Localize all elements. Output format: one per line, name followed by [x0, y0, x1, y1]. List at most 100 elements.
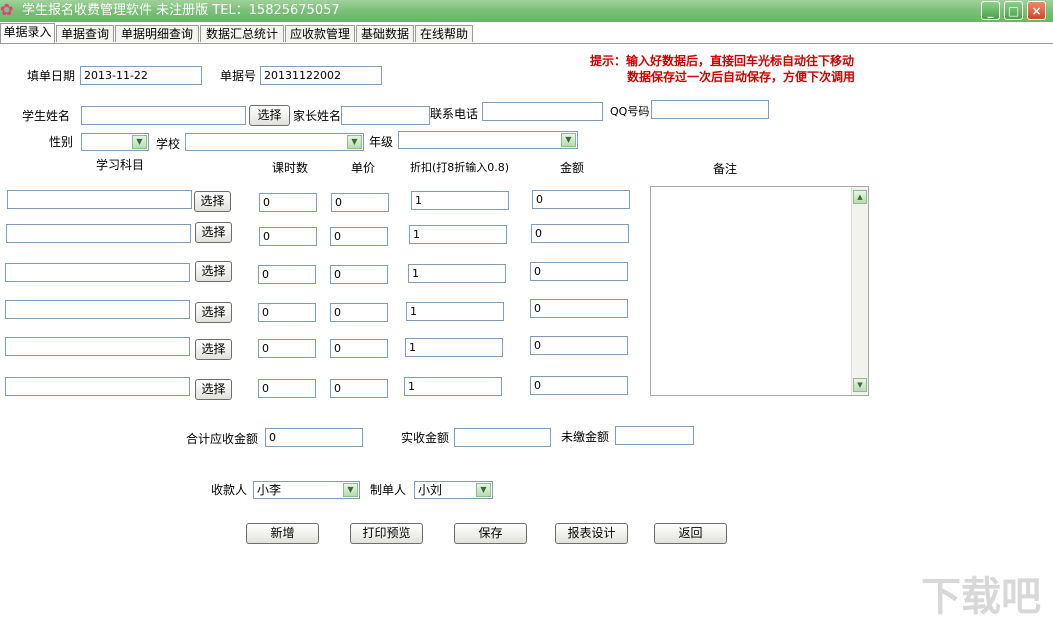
amount-input[interactable]: 0	[530, 262, 628, 281]
hours-input[interactable]: 0	[258, 379, 316, 398]
receivable-total-input[interactable]: 0	[265, 428, 363, 447]
discount-input[interactable]: 1	[411, 191, 509, 210]
select-subject-button[interactable]: 选择	[195, 302, 232, 323]
gender-label: 性别	[49, 135, 74, 149]
date-label: 填单日期	[27, 69, 76, 83]
receivable-total-label: 合计应收金额	[186, 432, 259, 446]
tab-detail-query[interactable]: 单据明细查询	[115, 25, 199, 42]
tab-receivables[interactable]: 应收款管理	[285, 25, 355, 42]
collector-select[interactable]: 小李 ▼	[253, 481, 360, 499]
select-subject-button[interactable]: 选择	[194, 191, 231, 212]
amount-input[interactable]: 0	[530, 336, 628, 355]
tab-entry[interactable]: 单据录入	[0, 23, 55, 43]
subject-input[interactable]	[5, 300, 190, 319]
hours-input[interactable]: 0	[259, 193, 317, 212]
unpaid-amount-input[interactable]	[615, 426, 694, 445]
phone-input[interactable]	[482, 102, 603, 121]
select-subject-button[interactable]: 选择	[195, 379, 232, 400]
chevron-down-icon[interactable]: ▼	[343, 483, 358, 497]
minimize-button[interactable]: _	[981, 1, 1000, 20]
amount-input[interactable]: 0	[532, 190, 630, 209]
unpaid-amount-label: 未缴金额	[561, 430, 610, 444]
add-button[interactable]: 新增	[246, 523, 319, 544]
tab-basic-data[interactable]: 基础数据	[356, 25, 414, 42]
student-name-input[interactable]	[81, 106, 246, 125]
maker-label: 制单人	[370, 483, 407, 497]
chevron-down-icon[interactable]: ▼	[347, 135, 362, 149]
doc-no-label: 单据号	[220, 69, 257, 83]
discount-input[interactable]: 1	[406, 302, 504, 321]
chevron-down-icon[interactable]: ▼	[132, 135, 147, 149]
hours-input[interactable]: 0	[259, 227, 317, 246]
qq-label: QQ号码	[610, 105, 650, 118]
amount-input[interactable]: 0	[530, 376, 628, 395]
amount-input[interactable]: 0	[530, 299, 628, 318]
phone-label: 联系电话	[430, 107, 479, 121]
select-student-button[interactable]: 选择	[249, 105, 290, 126]
save-button[interactable]: 保存	[454, 523, 527, 544]
parent-name-input[interactable]	[341, 106, 430, 125]
subject-input[interactable]	[5, 263, 190, 282]
report-design-button[interactable]: 报表设计	[555, 523, 628, 544]
arrow-up-icon[interactable]: ▲	[853, 190, 867, 204]
school-label: 学校	[156, 137, 181, 151]
price-input[interactable]: 0	[330, 265, 388, 284]
print-preview-button[interactable]: 打印预览	[350, 523, 423, 544]
subject-input[interactable]	[7, 190, 192, 209]
discount-input[interactable]: 1	[404, 377, 502, 396]
title-bar: ✿ 学生报名收费管理软件 未注册版 TEL：15825675057 _ □ ×	[0, 0, 1053, 22]
price-input[interactable]: 0	[330, 227, 388, 246]
school-select[interactable]: ▼	[185, 133, 364, 151]
close-button[interactable]: ×	[1027, 1, 1046, 20]
tab-online-help[interactable]: 在线帮助	[415, 25, 473, 42]
tab-strip: 单据录入 单据查询 单据明细查询 数据汇总统计 应收款管理 基础数据 在线帮助	[0, 22, 1053, 44]
price-input[interactable]: 0	[331, 193, 389, 212]
price-input[interactable]: 0	[330, 339, 388, 358]
remarks-scrollbar[interactable]: ▲ ▼	[851, 187, 868, 395]
price-input[interactable]: 0	[330, 379, 388, 398]
price-header: 单价	[351, 161, 376, 175]
discount-input[interactable]: 1	[409, 225, 507, 244]
collector-value: 小李	[257, 483, 282, 497]
tab-summary[interactable]: 数据汇总统计	[200, 25, 284, 42]
select-subject-button[interactable]: 选择	[195, 339, 232, 360]
collector-label: 收款人	[211, 483, 248, 497]
amount-header: 金额	[560, 161, 585, 175]
hours-header: 课时数	[272, 161, 309, 175]
remarks-textarea[interactable]: ▲ ▼	[650, 186, 869, 396]
arrow-down-icon[interactable]: ▼	[853, 378, 867, 392]
received-amount-input[interactable]	[454, 428, 551, 447]
qq-input[interactable]	[651, 100, 769, 119]
doc-no-input[interactable]: 20131122002	[260, 66, 382, 85]
maximize-button[interactable]: □	[1004, 1, 1023, 20]
subject-header: 学习科目	[96, 158, 145, 172]
maker-select[interactable]: 小刘 ▼	[414, 481, 493, 499]
subject-input[interactable]	[5, 377, 190, 396]
discount-header: 折扣(打8折输入0.8)	[410, 161, 510, 174]
parent-name-label: 家长姓名	[293, 109, 342, 123]
tab-query[interactable]: 单据查询	[56, 25, 114, 42]
student-name-label: 学生姓名	[22, 109, 71, 123]
received-amount-label: 实收金额	[401, 431, 450, 445]
select-subject-button[interactable]: 选择	[195, 222, 232, 243]
grade-select[interactable]: ▼	[398, 131, 578, 149]
back-button[interactable]: 返回	[654, 523, 727, 544]
flower-icon: ✿	[0, 0, 14, 19]
hint-line-1: 提示：输入好数据后，直接回车光标自动往下移动	[590, 54, 855, 68]
subject-input[interactable]	[6, 224, 191, 243]
hours-input[interactable]: 0	[258, 339, 316, 358]
subject-input[interactable]	[5, 337, 190, 356]
hint-line-2: 数据保存过一次后自动保存，方便下次调用	[627, 70, 856, 84]
window-title: 学生报名收费管理软件 未注册版 TEL：15825675057	[22, 3, 340, 18]
chevron-down-icon[interactable]: ▼	[476, 483, 491, 497]
select-subject-button[interactable]: 选择	[195, 261, 232, 282]
hours-input[interactable]: 0	[258, 303, 316, 322]
discount-input[interactable]: 1	[405, 338, 503, 357]
date-input[interactable]: 2013-11-22	[80, 66, 202, 85]
chevron-down-icon[interactable]: ▼	[561, 133, 576, 147]
price-input[interactable]: 0	[330, 303, 388, 322]
gender-select[interactable]: ▼	[81, 133, 149, 151]
amount-input[interactable]: 0	[531, 224, 629, 243]
discount-input[interactable]: 1	[408, 264, 506, 283]
hours-input[interactable]: 0	[258, 265, 316, 284]
